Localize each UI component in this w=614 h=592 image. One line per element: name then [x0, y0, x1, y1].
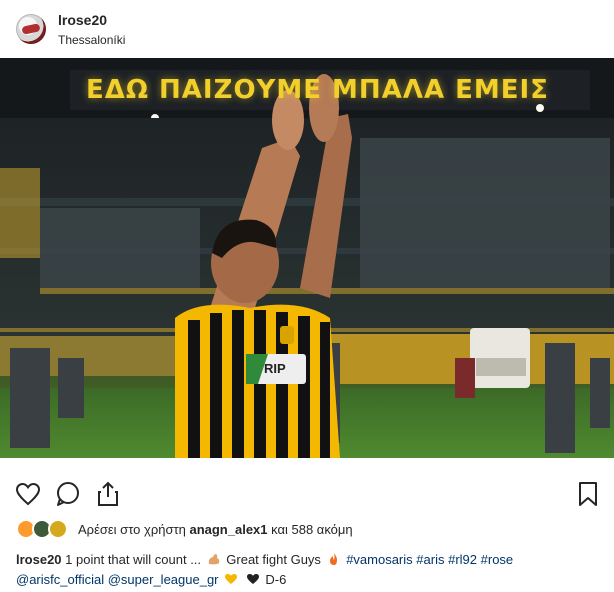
action-bar — [0, 470, 614, 514]
mention-link[interactable]: @arisfc_official — [16, 572, 104, 587]
likes-prefix: Αρέσει στο χρήστη — [78, 522, 186, 537]
likes-count-link[interactable]: και 588 ακόμη — [271, 522, 352, 537]
location-link[interactable]: Thessaloníki — [58, 33, 125, 47]
heart-icon[interactable] — [14, 480, 42, 508]
liker-avatars — [16, 519, 74, 539]
likes-summary[interactable]: Αρέσει στο χρήστη anagn_alex1 και 588 ακ… — [0, 516, 614, 542]
yellow-heart-icon — [224, 572, 238, 586]
share-icon[interactable] — [94, 480, 122, 508]
stadium-banner: ΕΔΩ ΠΑΙΖΟΥΜΕ ΜΠΑΛΑ ΕΜΕΙΣ — [86, 75, 549, 105]
post-caption: lrose20 1 point that will count ... Grea… — [16, 550, 606, 590]
likes-text: Αρέσει στο χρήστη anagn_alex1 και 588 ακ… — [78, 522, 353, 537]
liker-avatar — [48, 519, 68, 539]
caption-text: 1 point that will count ... — [65, 552, 202, 567]
post-header: lrose20 Thessaloníki — [0, 0, 614, 58]
liker-username-link[interactable]: anagn_alex1 — [189, 522, 267, 537]
flexed-biceps-icon — [207, 552, 221, 566]
fire-icon — [327, 552, 341, 566]
username-link[interactable]: lrose20 — [58, 12, 107, 28]
hashtag-link[interactable]: #rl92 — [448, 552, 477, 567]
post-photo[interactable]: ΕΔΩ ΠΑΙΖΟΥΜΕ ΜΠΑΛΑ ΕΜΕΙΣ RIP IN — [0, 58, 614, 458]
black-heart-icon — [246, 572, 260, 586]
comment-icon[interactable] — [54, 480, 82, 508]
caption-text-2: Great fight Guys — [226, 552, 321, 567]
caption-countdown: D-6 — [265, 572, 287, 587]
hashtag-link[interactable]: #aris — [416, 552, 444, 567]
mention-link[interactable]: @super_league_gr — [108, 572, 219, 587]
hashtag-link[interactable]: #vamosaris — [346, 552, 412, 567]
hashtag-link[interactable]: #rose — [481, 552, 514, 567]
stadium-scene — [0, 58, 614, 458]
instagram-post: lrose20 Thessaloníki ΕΔΩ ΠΑΙΖΟΥΜΕ ΜΠΑΛΑ … — [0, 0, 614, 592]
caption-username-link[interactable]: lrose20 — [16, 552, 62, 567]
bookmark-icon[interactable] — [574, 480, 602, 508]
sponsor-text: RIP — [264, 361, 286, 376]
avatar[interactable] — [16, 14, 46, 44]
